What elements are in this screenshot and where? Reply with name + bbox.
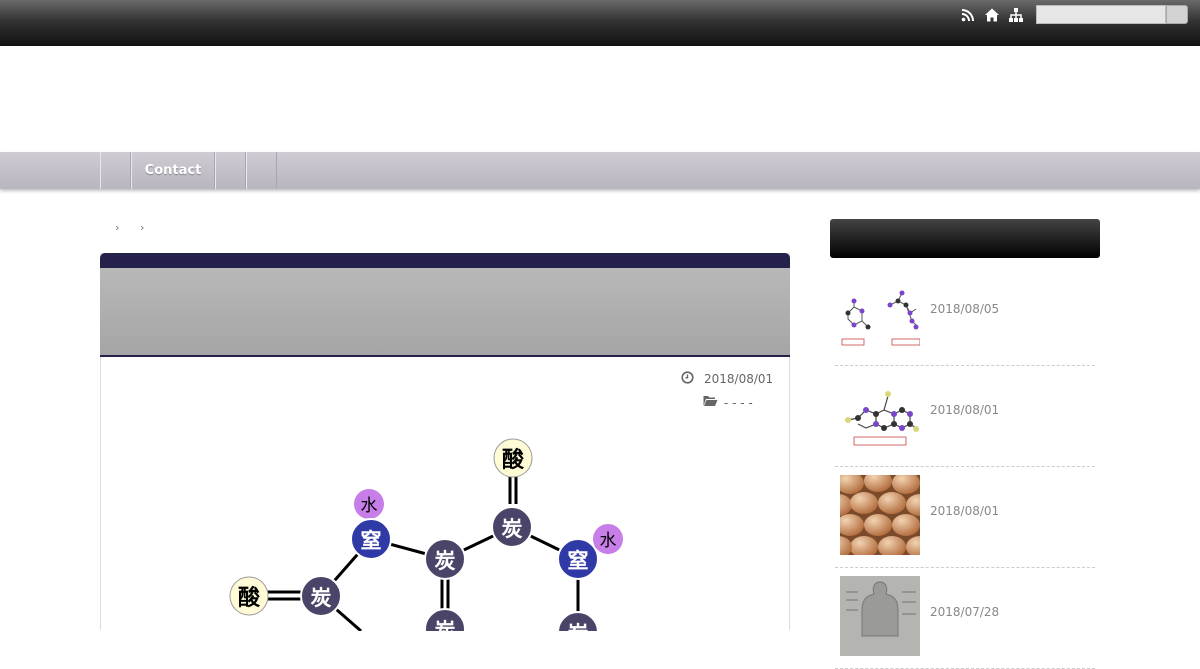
molecule-diagram-image: 酸 酸 水 水 窒 窒 炭 炭 炭 炭 bbox=[229, 438, 623, 631]
breadcrumb-separator: › bbox=[140, 221, 145, 234]
search-input[interactable] bbox=[1036, 5, 1166, 24]
nav-item-1[interactable] bbox=[100, 152, 131, 189]
nav-item-contact[interactable]: Contact bbox=[131, 152, 215, 189]
atom-carbon-bottom-center: 炭 bbox=[424, 608, 466, 631]
nav-item-4[interactable] bbox=[246, 152, 277, 189]
atom-hydrogen-left: 水 bbox=[354, 489, 384, 519]
svg-text:水: 水 bbox=[600, 531, 617, 551]
svg-text:炭: 炭 bbox=[311, 586, 332, 610]
breadcrumb-separator: › bbox=[115, 221, 120, 234]
atom-hydrogen-right: 水 bbox=[593, 524, 623, 554]
sidebar-post-1[interactable]: 2018/08/05 bbox=[835, 265, 1095, 366]
atom-nitrogen-left: 窒 bbox=[350, 518, 392, 560]
atom-carbon-top: 炭 bbox=[491, 506, 533, 548]
sidebar-widget-title bbox=[830, 219, 1100, 258]
post-thumbnail[interactable] bbox=[840, 576, 920, 656]
svg-text:炭: 炭 bbox=[502, 517, 523, 541]
svg-text:炭: 炭 bbox=[435, 549, 456, 573]
search-button[interactable] bbox=[1166, 5, 1188, 24]
post-thumbnail[interactable] bbox=[840, 273, 920, 353]
sidebar-post-date: 2018/08/01 bbox=[930, 403, 1000, 417]
main-nav: Contact bbox=[0, 152, 1200, 189]
top-bar-icons bbox=[960, 7, 1024, 23]
sidebar-post-date: 2018/08/05 bbox=[930, 302, 1000, 316]
sidebar-post-2[interactable]: 2018/08/01 bbox=[835, 366, 1095, 467]
atom-oxygen-left: 酸 bbox=[229, 576, 269, 616]
sitemap-icon[interactable] bbox=[1008, 7, 1024, 23]
sidebar-post-date: 2018/08/01 bbox=[930, 504, 1000, 518]
home-icon[interactable] bbox=[984, 7, 1000, 23]
top-bar bbox=[0, 0, 1200, 46]
sidebar-post-4[interactable]: 2018/07/28 bbox=[835, 568, 1095, 669]
atom-carbon-center: 炭 bbox=[424, 538, 466, 580]
sidebar-post-3[interactable]: 2018/08/01 bbox=[835, 467, 1095, 568]
sidebar-post-date: 2018/07/28 bbox=[930, 605, 1000, 619]
svg-text:酸: 酸 bbox=[238, 586, 261, 611]
post-thumbnail[interactable] bbox=[840, 475, 920, 555]
atom-carbon-bottom-right: 炭 bbox=[557, 611, 599, 631]
svg-text:酸: 酸 bbox=[502, 448, 525, 473]
atom-oxygen-top: 酸 bbox=[493, 438, 533, 478]
atom-carbon-left: 炭 bbox=[300, 575, 342, 617]
svg-text:窒: 窒 bbox=[361, 529, 382, 553]
svg-text:窒: 窒 bbox=[568, 549, 589, 573]
svg-text:炭: 炭 bbox=[435, 619, 456, 631]
article: 2018/08/01 - - - - 酸 酸 水 水 窒 窒 炭 炭 炭 炭 bbox=[100, 253, 790, 631]
post-thumbnail[interactable] bbox=[840, 374, 920, 454]
rss-icon[interactable] bbox=[960, 7, 976, 23]
svg-text:水: 水 bbox=[361, 496, 378, 516]
atom-nitrogen-right: 窒 bbox=[557, 538, 599, 580]
nav-item-3[interactable] bbox=[215, 152, 246, 189]
nav-item-label: Contact bbox=[144, 163, 202, 178]
